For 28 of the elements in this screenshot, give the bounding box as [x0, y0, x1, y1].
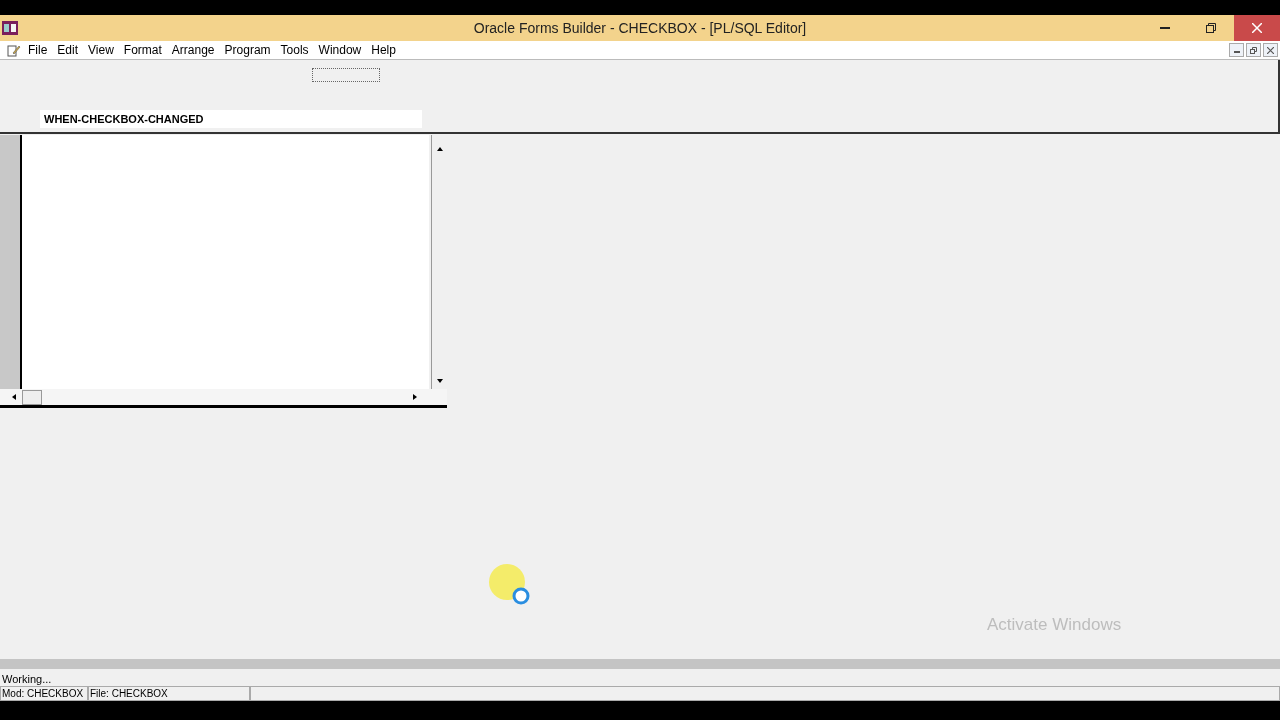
menu-item[interactable]: Arrange — [166, 41, 220, 59]
menu-item[interactable]: Program — [219, 41, 276, 59]
restore-icon — [1206, 23, 1216, 33]
restore-button[interactable] — [1246, 43, 1261, 57]
minimize-icon — [1160, 27, 1170, 29]
menu-item[interactable]: Tools — [275, 41, 314, 59]
menu-item[interactable]: Format — [118, 41, 167, 59]
scroll-thumb[interactable] — [22, 389, 42, 405]
trigger-name-field[interactable]: WHEN-CHECKBOX-CHANGED — [40, 110, 422, 128]
focus-rectangle — [312, 68, 380, 82]
minimize-button[interactable] — [1229, 43, 1244, 57]
menu-item[interactable]: Edit — [52, 41, 84, 59]
status-panel: File: CHECKBOX — [88, 686, 250, 701]
cursor-highlight-icon — [488, 563, 532, 607]
menu-item[interactable]: View — [83, 41, 119, 59]
menu-item[interactable]: File — [23, 41, 53, 59]
window-title: Oracle Forms Builder - CHECKBOX - [PL/SQL Editor] — [472, 18, 808, 38]
close-button[interactable] — [1263, 43, 1278, 57]
close-icon — [1252, 23, 1262, 33]
menu-item[interactable]: Help — [366, 41, 401, 59]
status-panel: Mod: CHECKBOX — [0, 686, 88, 701]
menu-item[interactable]: Window — [313, 41, 367, 59]
restore-icon — [1250, 46, 1257, 54]
minimize-icon — [1233, 51, 1240, 53]
status-message: Working... — [1, 672, 53, 686]
app-icon — [2, 21, 18, 35]
horizontal-scrollbar[interactable] — [0, 389, 447, 405]
close-icon — [1267, 46, 1274, 54]
